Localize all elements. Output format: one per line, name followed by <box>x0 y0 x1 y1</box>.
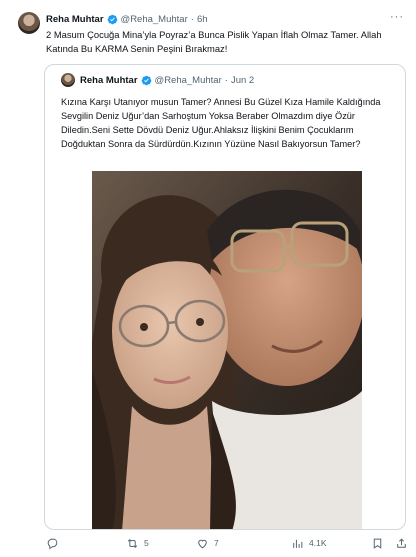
tweet-text: 2 Masum Çocuğa Mina’yla Poyraz’a Bunca P… <box>46 29 382 54</box>
header-separator: · <box>190 13 194 25</box>
more-icon[interactable]: ··· <box>390 11 404 23</box>
views-count: 4.1K <box>309 538 327 548</box>
quoted-tweet-time[interactable]: Jun 2 <box>231 75 254 86</box>
quoted-header-separator: · <box>224 74 228 86</box>
author-handle[interactable]: @Reha_Muhtar <box>121 14 188 25</box>
verified-badge-icon <box>107 14 117 24</box>
quoted-header: Reha Muhtar @Reha_Muhtar · Jun 2 <box>61 73 254 87</box>
quoted-tweet[interactable]: Reha Muhtar @Reha_Muhtar · Jun 2 Kızına … <box>44 64 406 530</box>
author-name[interactable]: Reha Muhtar <box>46 14 104 25</box>
reply-button[interactable] <box>46 536 64 550</box>
quoted-tweet-text: Kızına Karşı Utanıyor musun Tamer? Annes… <box>61 97 381 149</box>
views-icon <box>293 539 303 548</box>
action-bar: 5 7 4.1K <box>0 533 416 555</box>
quoted-verified-badge-icon <box>141 75 151 85</box>
like-count: 7 <box>214 538 219 548</box>
quoted-photo[interactable] <box>92 171 362 529</box>
photo-illustration <box>92 171 362 529</box>
quoted-author-avatar[interactable] <box>61 73 75 87</box>
tweet-header: Reha Muhtar @Reha_Muhtar · 6h <box>46 12 208 26</box>
retweet-button[interactable]: 5 <box>126 536 149 550</box>
retweet-count: 5 <box>144 538 149 548</box>
like-button[interactable]: 7 <box>196 536 219 550</box>
tweet-time[interactable]: 6h <box>197 14 208 25</box>
bookmark-button[interactable] <box>371 536 389 550</box>
bookmark-icon <box>373 538 382 549</box>
share-icon <box>397 537 406 548</box>
author-avatar[interactable] <box>18 12 40 34</box>
heart-icon <box>198 539 207 548</box>
views-button[interactable]: 4.1K <box>291 536 327 550</box>
quoted-author-handle[interactable]: @Reha_Muhtar <box>155 75 222 86</box>
tweet[interactable]: Reha Muhtar @Reha_Muhtar · 6h ··· 2 Masu… <box>0 0 416 557</box>
share-button[interactable] <box>395 536 413 550</box>
reply-icon <box>47 538 58 549</box>
retweet-icon <box>127 538 138 548</box>
quoted-author-name[interactable]: Reha Muhtar <box>80 75 138 86</box>
